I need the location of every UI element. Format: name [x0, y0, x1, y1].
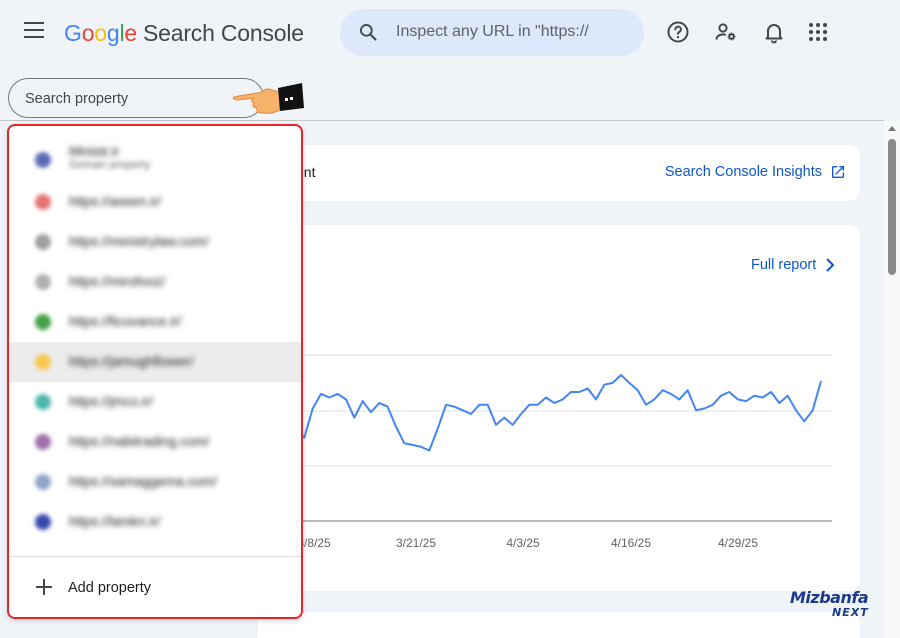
chart-x-tick-label: 4/29/25 [718, 536, 758, 550]
property-name: https://samaggema.com/ [69, 474, 217, 489]
property-name: https://jamughflower/ [69, 354, 194, 369]
property-favicon-icon [35, 394, 51, 410]
apps-icon[interactable] [806, 20, 830, 44]
scrollbar-thumb[interactable] [888, 139, 896, 275]
watermark-main-text: Mizbanfa [790, 588, 869, 607]
help-icon[interactable] [666, 20, 690, 44]
plus-icon [36, 579, 52, 595]
property-favicon-icon [35, 314, 51, 330]
insights-card: ent Search Console Insights [258, 145, 860, 201]
property-favicon-icon [35, 274, 51, 290]
property-item[interactable]: https://jmco.ir/ [9, 382, 301, 422]
property-search-input[interactable] [25, 89, 245, 109]
property-name: https://mirofooz/ [69, 274, 166, 289]
add-property-button[interactable]: Add property [9, 567, 301, 611]
property-name: https://lamkn.ir/ [69, 514, 161, 529]
product-name: Search Console [143, 20, 304, 46]
search-icon[interactable] [358, 22, 378, 42]
property-name: https://aseen.ir/ [69, 194, 162, 209]
performance-chart-card: Full report 3/8/25 3/21/25 4/3/25 4/16/25 4/… [258, 225, 860, 591]
url-inspection-input[interactable] [396, 21, 636, 43]
property-name: https://ficovance.ir/ [69, 314, 182, 329]
open-in-new-icon [832, 166, 844, 178]
property-favicon-icon [35, 234, 51, 250]
mizbanfa-watermark-logo: Mizbanfa NEXT [790, 588, 882, 622]
property-type: Domain property [69, 159, 151, 171]
google-search-console-logo[interactable]: Google Search Console [64, 20, 304, 47]
property-dropdown: Ministr.ir Domain property https://aseen.i… [7, 124, 303, 619]
scroll-up-arrow-icon[interactable] [888, 126, 896, 131]
property-item[interactable]: Ministr.ir Domain property [9, 140, 301, 180]
property-item[interactable]: https://mirofooz/ [9, 262, 301, 302]
property-favicon-icon [35, 194, 51, 210]
property-item[interactable]: https://nabitrading.com/ [9, 422, 301, 462]
performance-line-chart: 3/8/25 3/21/25 4/3/25 4/16/25 4/29/25 [258, 354, 832, 550]
menu-icon[interactable] [24, 22, 46, 42]
page-scrollbar[interactable] [884, 121, 900, 638]
pointing-hand-icon [232, 83, 304, 114]
property-item[interactable]: https://lamkn.ir/ [9, 502, 301, 542]
property-item[interactable]: https://aseen.ir/ [9, 182, 301, 222]
next-card [258, 612, 860, 638]
property-name: https://jmco.ir/ [69, 394, 154, 409]
watermark-sub-text: NEXT [832, 606, 869, 619]
property-item[interactable]: https://ministrylaw.com/ [9, 222, 301, 262]
chart-x-tick-label: 4/3/25 [506, 536, 540, 550]
property-favicon-icon [35, 152, 51, 168]
property-item[interactable]: https://samaggema.com/ [9, 462, 301, 502]
property-favicon-icon [35, 474, 51, 490]
property-item[interactable]: https://jamughflower/ [9, 342, 301, 382]
property-favicon-icon [35, 514, 51, 530]
chart-x-tick-label: 4/16/25 [611, 536, 651, 550]
notifications-icon[interactable] [762, 20, 786, 44]
property-favicon-icon [35, 354, 51, 370]
property-favicon-icon [35, 434, 51, 450]
add-property-label: Add property [68, 580, 152, 596]
property-name: https://nabitrading.com/ [69, 434, 210, 449]
chart-series-line [295, 374, 822, 452]
chart-x-tick-label: 3/21/25 [396, 536, 436, 550]
top-app-bar: Google Search Console [0, 0, 900, 66]
dropdown-divider [9, 556, 301, 557]
property-search[interactable] [8, 78, 264, 118]
property-name: Ministr.ir [69, 144, 120, 159]
property-name: https://ministrylaw.com/ [69, 234, 209, 249]
insights-link-label: Search Console Insights [664, 164, 822, 180]
search-console-insights-link[interactable]: Search Console Insights [665, 164, 846, 180]
url-inspection-search[interactable] [340, 9, 644, 56]
property-item[interactable]: https://ficovance.ir/ [9, 302, 301, 342]
manage-account-icon[interactable] [714, 20, 738, 44]
